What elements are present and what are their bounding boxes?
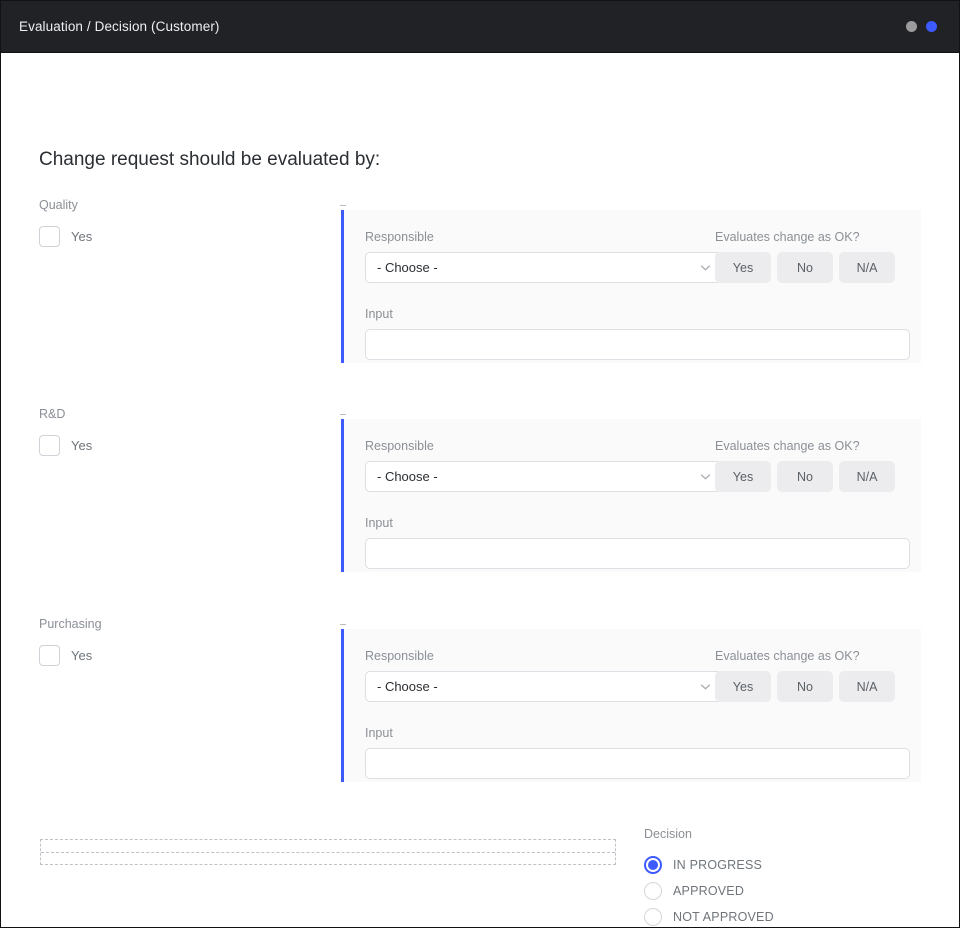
evaluate-na-button[interactable]: N/A — [839, 671, 895, 702]
status-dot-gray-icon[interactable] — [906, 21, 917, 32]
responsible-select-wrap[interactable]: - Choose - — [365, 671, 722, 702]
evaluator-checkbox[interactable] — [39, 226, 60, 247]
evaluates-ok-label: Evaluates change as OK? — [715, 230, 860, 244]
responsible-select[interactable]: - Choose - — [365, 671, 722, 702]
evaluator-left-rd: R&D Yes — [39, 407, 329, 456]
input-block: Input — [365, 726, 910, 779]
radio-icon[interactable] — [644, 908, 662, 926]
evaluator-group-label: R&D — [39, 407, 66, 421]
evaluate-yes-button[interactable]: Yes — [715, 252, 771, 283]
decision-option-not-approved[interactable]: NOT APPROVED — [644, 904, 914, 927]
evaluate-no-button[interactable]: No — [777, 252, 833, 283]
responsible-select[interactable]: - Choose - — [365, 461, 722, 492]
decision-option-approved[interactable]: APPROVED — [644, 878, 914, 904]
input-block: Input — [365, 307, 910, 360]
evaluator-panel-purchasing: Responsible - Choose - Evaluates change … — [341, 629, 921, 782]
decision-group: Decision IN PROGRESS APPROVED NOT APPROV… — [644, 827, 914, 927]
evaluator-checkbox-row[interactable]: Yes — [39, 645, 329, 666]
input-label: Input — [365, 726, 393, 740]
evaluates-ok-group: Evaluates change as OK? Yes No N/A — [715, 649, 905, 702]
evaluate-yes-button[interactable]: Yes — [715, 461, 771, 492]
page-title: Change request should be evaluated by: — [39, 149, 381, 170]
evaluates-ok-group: Evaluates change as OK? Yes No N/A — [715, 439, 905, 492]
decision-option-in-progress[interactable]: IN PROGRESS — [644, 852, 914, 878]
panel-tick-marker-icon — [340, 414, 346, 415]
signature-drop-zone[interactable] — [40, 839, 616, 865]
evaluates-ok-group: Evaluates change as OK? Yes No N/A — [715, 230, 905, 283]
input-label: Input — [365, 307, 393, 321]
title-bar-indicators — [906, 21, 937, 32]
responsible-select-wrap[interactable]: - Choose - — [365, 252, 722, 283]
evaluator-row-purchasing: Purchasing Yes Responsible - Choose - Ev… — [1, 617, 959, 782]
evaluator-panel-quality: Responsible - Choose - Evaluates change … — [341, 210, 921, 363]
radio-icon[interactable] — [644, 882, 662, 900]
evaluate-yes-button[interactable]: Yes — [715, 671, 771, 702]
evaluator-checkbox-label: Yes — [71, 438, 93, 453]
input-field[interactable] — [365, 748, 910, 779]
evaluator-left-purchasing: Purchasing Yes — [39, 617, 329, 666]
evaluator-checkbox-label: Yes — [71, 229, 93, 244]
evaluator-row-quality: Quality Yes Responsible - Choose - Evalu… — [1, 198, 959, 363]
evaluator-panel-rd: Responsible - Choose - Evaluates change … — [341, 419, 921, 572]
panel-tick-marker-icon — [340, 624, 346, 625]
evaluate-no-button[interactable]: No — [777, 461, 833, 492]
input-block: Input — [365, 516, 910, 569]
evaluator-checkbox[interactable] — [39, 645, 60, 666]
window-title: Evaluation / Decision (Customer) — [19, 19, 220, 34]
evaluator-checkbox-row[interactable]: Yes — [39, 435, 329, 456]
evaluate-na-button[interactable]: N/A — [839, 252, 895, 283]
evaluator-group-label: Quality — [39, 198, 78, 212]
title-bar: Evaluation / Decision (Customer) — [1, 1, 959, 53]
evaluates-ok-label: Evaluates change as OK? — [715, 439, 860, 453]
evaluate-no-button[interactable]: No — [777, 671, 833, 702]
input-field[interactable] — [365, 538, 910, 569]
evaluate-na-button[interactable]: N/A — [839, 461, 895, 492]
evaluator-checkbox[interactable] — [39, 435, 60, 456]
decision-option-label: IN PROGRESS — [673, 858, 763, 872]
responsible-select-wrap[interactable]: - Choose - — [365, 461, 722, 492]
responsible-select[interactable]: - Choose - — [365, 252, 722, 283]
app-window: Evaluation / Decision (Customer) Change … — [0, 0, 960, 928]
input-label: Input — [365, 516, 393, 530]
evaluator-left-quality: Quality Yes — [39, 198, 329, 247]
decision-option-label: NOT APPROVED — [673, 910, 774, 924]
evaluator-row-rd: R&D Yes Responsible - Choose - Evaluates… — [1, 407, 959, 572]
decision-label: Decision — [644, 827, 692, 841]
decision-option-label: APPROVED — [673, 884, 745, 898]
radio-icon[interactable] — [644, 856, 662, 874]
panel-tick-marker-icon — [340, 205, 346, 206]
input-field[interactable] — [365, 329, 910, 360]
evaluates-ok-label: Evaluates change as OK? — [715, 649, 860, 663]
evaluator-group-label: Purchasing — [39, 617, 102, 631]
status-dot-blue-icon[interactable] — [926, 21, 937, 32]
evaluator-checkbox-row[interactable]: Yes — [39, 226, 329, 247]
evaluator-checkbox-label: Yes — [71, 648, 93, 663]
form-page: Change request should be evaluated by: Q… — [1, 53, 959, 927]
